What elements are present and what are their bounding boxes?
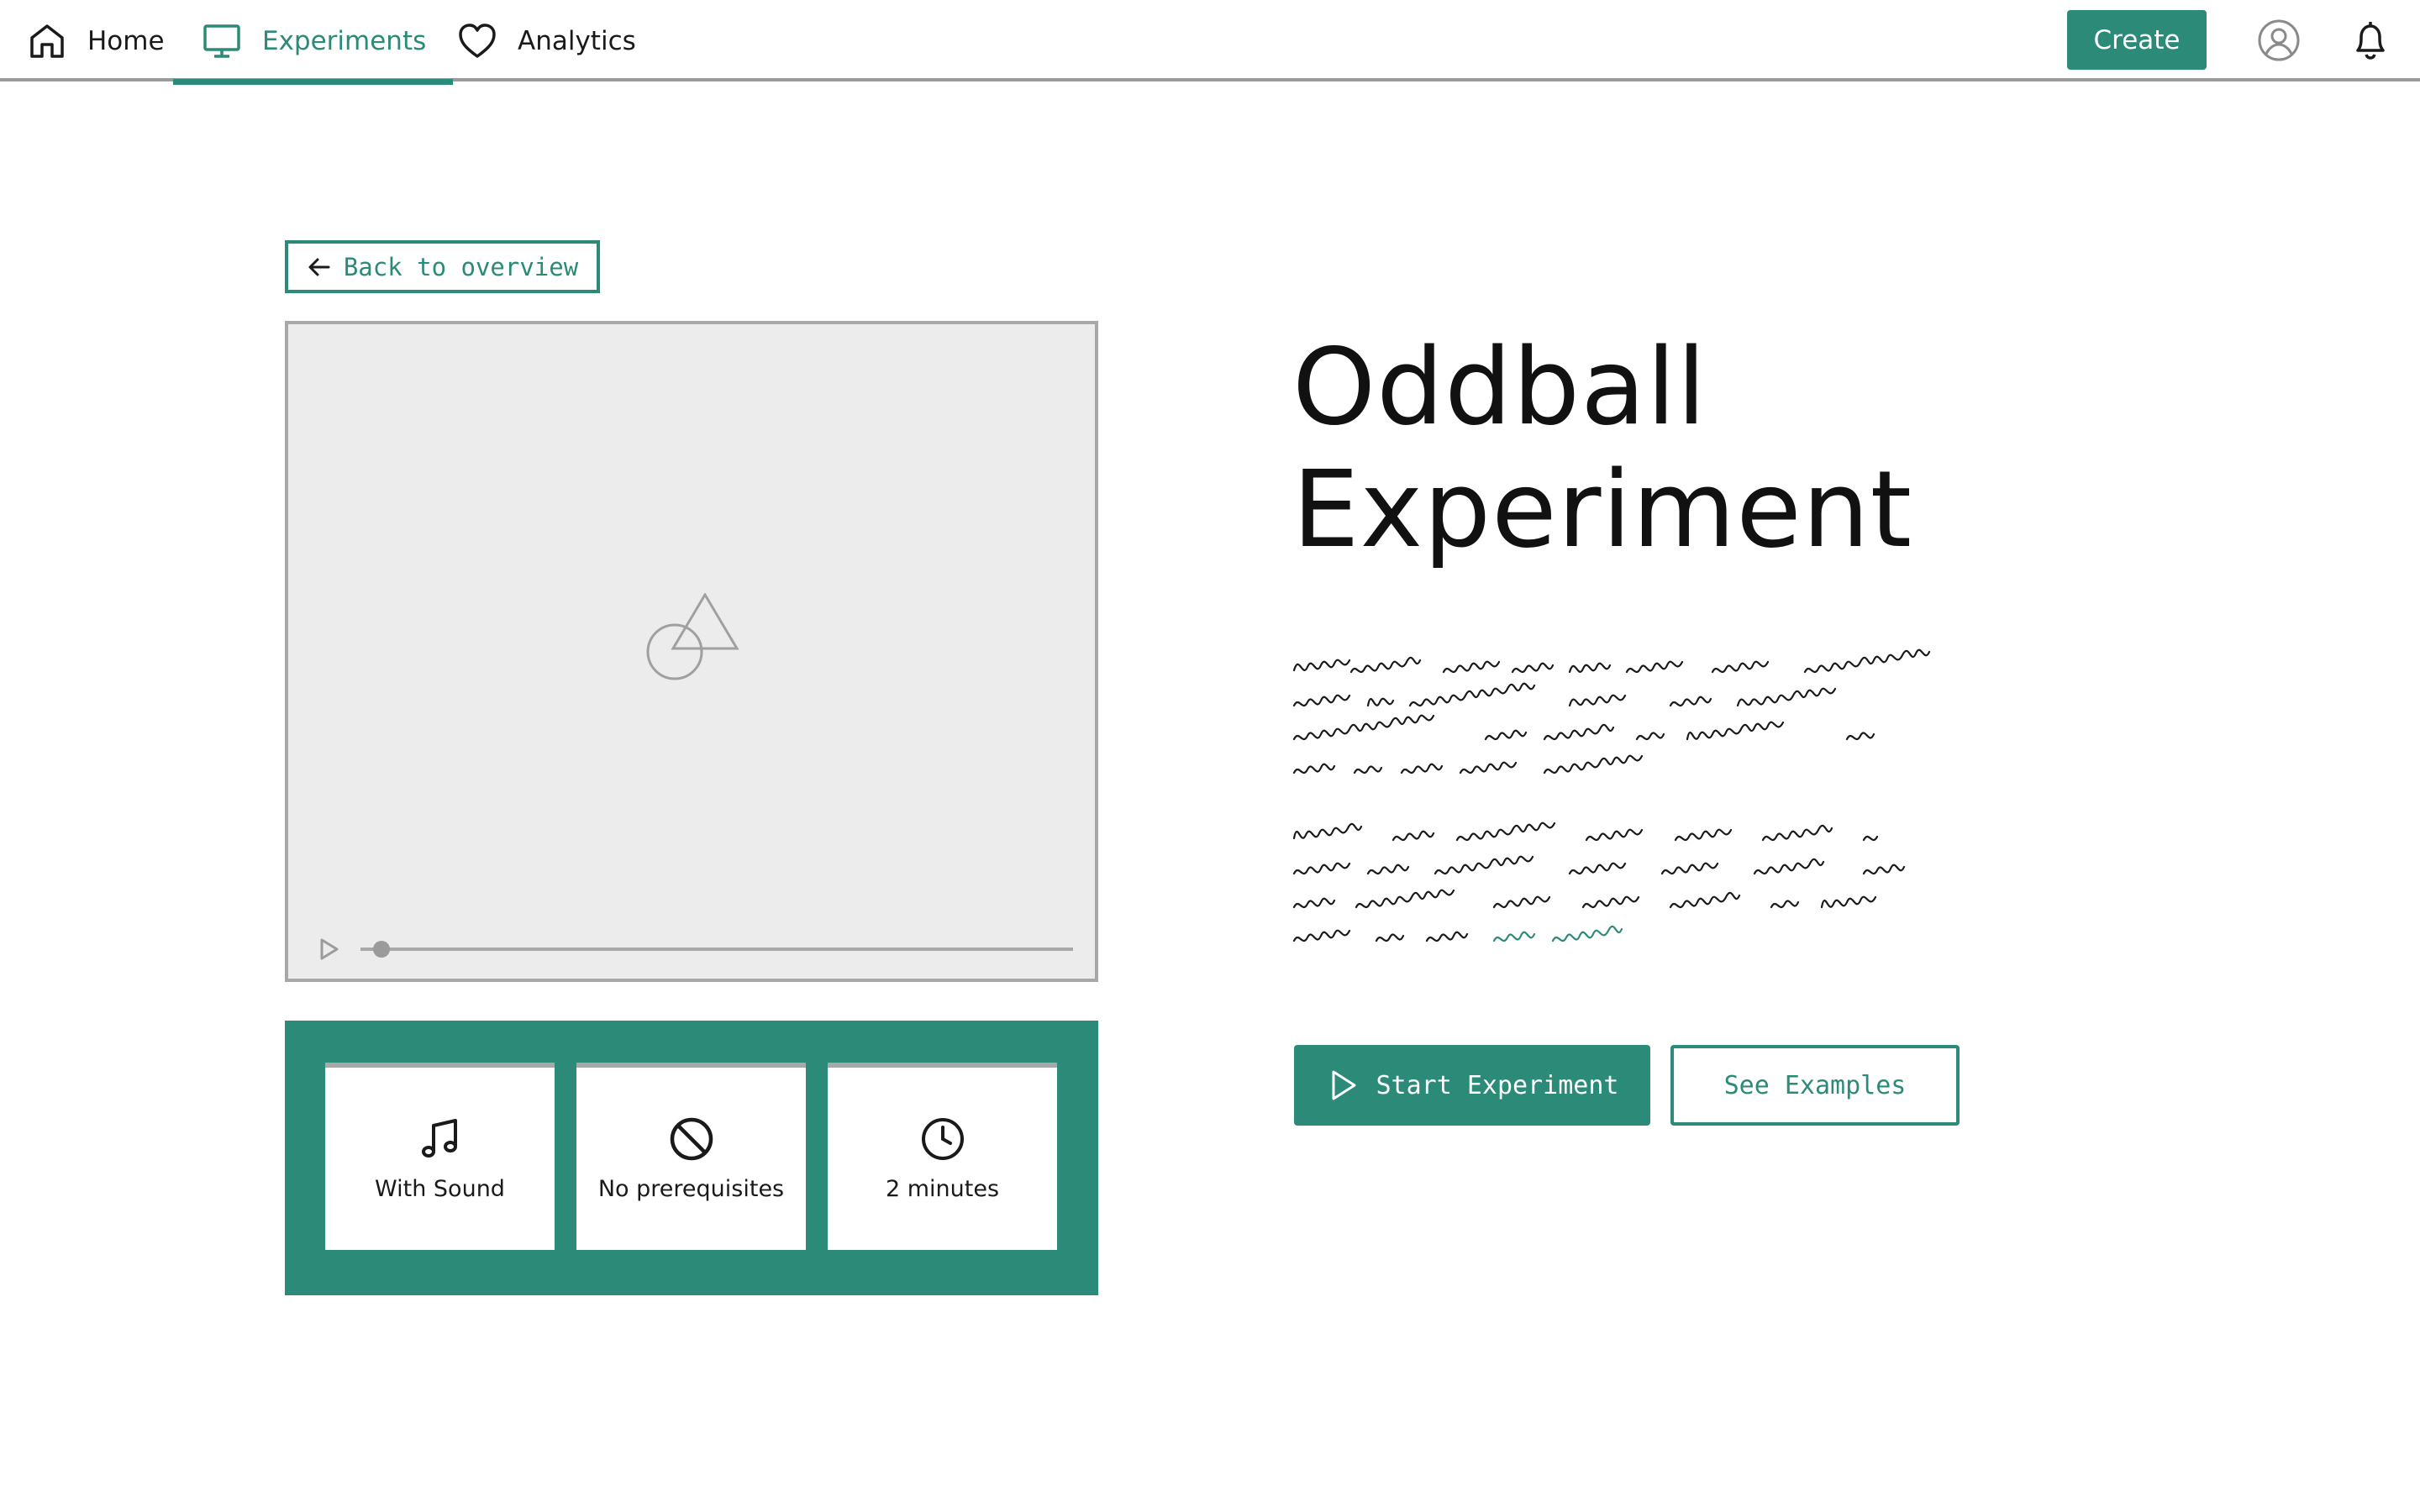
monitor-icon [203,24,240,58]
create-button[interactable]: Create [2067,10,2207,70]
clock-icon [921,1118,964,1160]
video-progress-track[interactable] [360,948,1073,951]
music-note-icon [421,1119,457,1158]
nav-item-home[interactable]: Home [27,0,165,81]
back-label: Back to overview [343,252,579,281]
info-card-sound: With Sound [325,1063,555,1250]
experiment-info-panel: With Sound No prerequisites 2 minutes [285,1021,1098,1295]
nav-item-experiments[interactable]: Experiments [173,0,454,85]
video-progress-handle[interactable] [373,941,391,958]
info-card-label: No prerequisites [597,1176,785,1202]
info-card-duration: 2 minutes [828,1063,1057,1250]
nav-item-label: Home [87,25,165,56]
description-paragraph-1-scribble [1292,648,1931,774]
play-icon[interactable] [317,937,340,961]
description-paragraph-2-scribble [1292,822,1906,942]
nav-item-analytics[interactable]: Analytics [457,0,636,81]
top-nav: Home Experiments Analytics Create [0,0,2420,85]
prohibited-icon [670,1117,713,1161]
nav-item-label: Analytics [518,25,636,56]
arrow-left-icon [308,258,330,276]
nav-item-label: Experiments [262,25,427,56]
play-icon [1332,1070,1355,1100]
info-card-label: With Sound [375,1176,505,1202]
start-experiment-button[interactable]: Start Experiment [1294,1045,1650,1126]
media-placeholder [285,321,1098,982]
title-line-1: Oddball [1292,325,1707,449]
home-icon [30,24,64,58]
shapes-placeholder-icon [646,593,739,680]
user-circle-icon[interactable] [2257,18,2301,62]
start-experiment-label: Start Experiment [1376,1070,1619,1100]
info-card-prerequisites: No prerequisites [576,1063,806,1250]
info-card-label: 2 minutes [885,1176,1000,1202]
page-title: Oddball Experiment [1292,326,2049,571]
bell-icon[interactable] [2349,18,2391,60]
heart-icon [459,23,496,58]
see-examples-button[interactable]: See Examples [1670,1045,1960,1126]
title-line-2: Experiment [1292,448,1913,571]
back-to-overview-button[interactable]: Back to overview [285,240,600,293]
